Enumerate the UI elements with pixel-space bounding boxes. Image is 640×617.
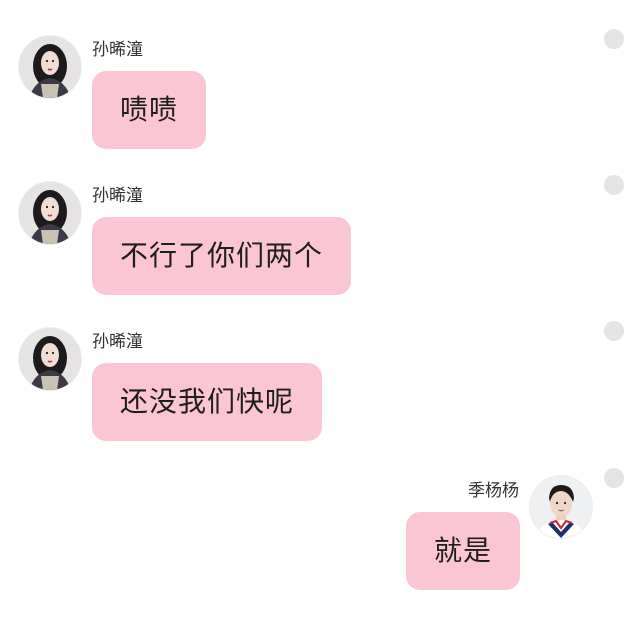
sender-name: 孙晞潼 xyxy=(92,186,143,206)
message-bubble[interactable]: 还没我们快呢 xyxy=(92,363,323,441)
sender-name: 季杨杨 xyxy=(468,481,519,501)
message-bubble[interactable]: 啧啧 xyxy=(92,71,207,149)
message-bubble[interactable]: 就是 xyxy=(405,512,520,590)
sender-name: 孙晞潼 xyxy=(92,332,143,352)
avatar[interactable] xyxy=(19,182,81,244)
chat-thread: 孙晞潼 啧啧 孙晞潼 不行了你们两个 孙晞潼 还没我们快呢 季杨杨 就是 xyxy=(0,0,640,617)
avatar[interactable] xyxy=(19,36,81,98)
status-dot-icon xyxy=(604,175,624,195)
avatar[interactable] xyxy=(19,328,81,390)
message-bubble[interactable]: 不行了你们两个 xyxy=(92,217,352,295)
avatar[interactable] xyxy=(530,476,592,538)
status-dot-icon xyxy=(604,468,624,488)
status-dot-icon xyxy=(604,321,624,341)
status-dot-icon xyxy=(604,29,624,49)
sender-name: 孙晞潼 xyxy=(92,40,143,60)
